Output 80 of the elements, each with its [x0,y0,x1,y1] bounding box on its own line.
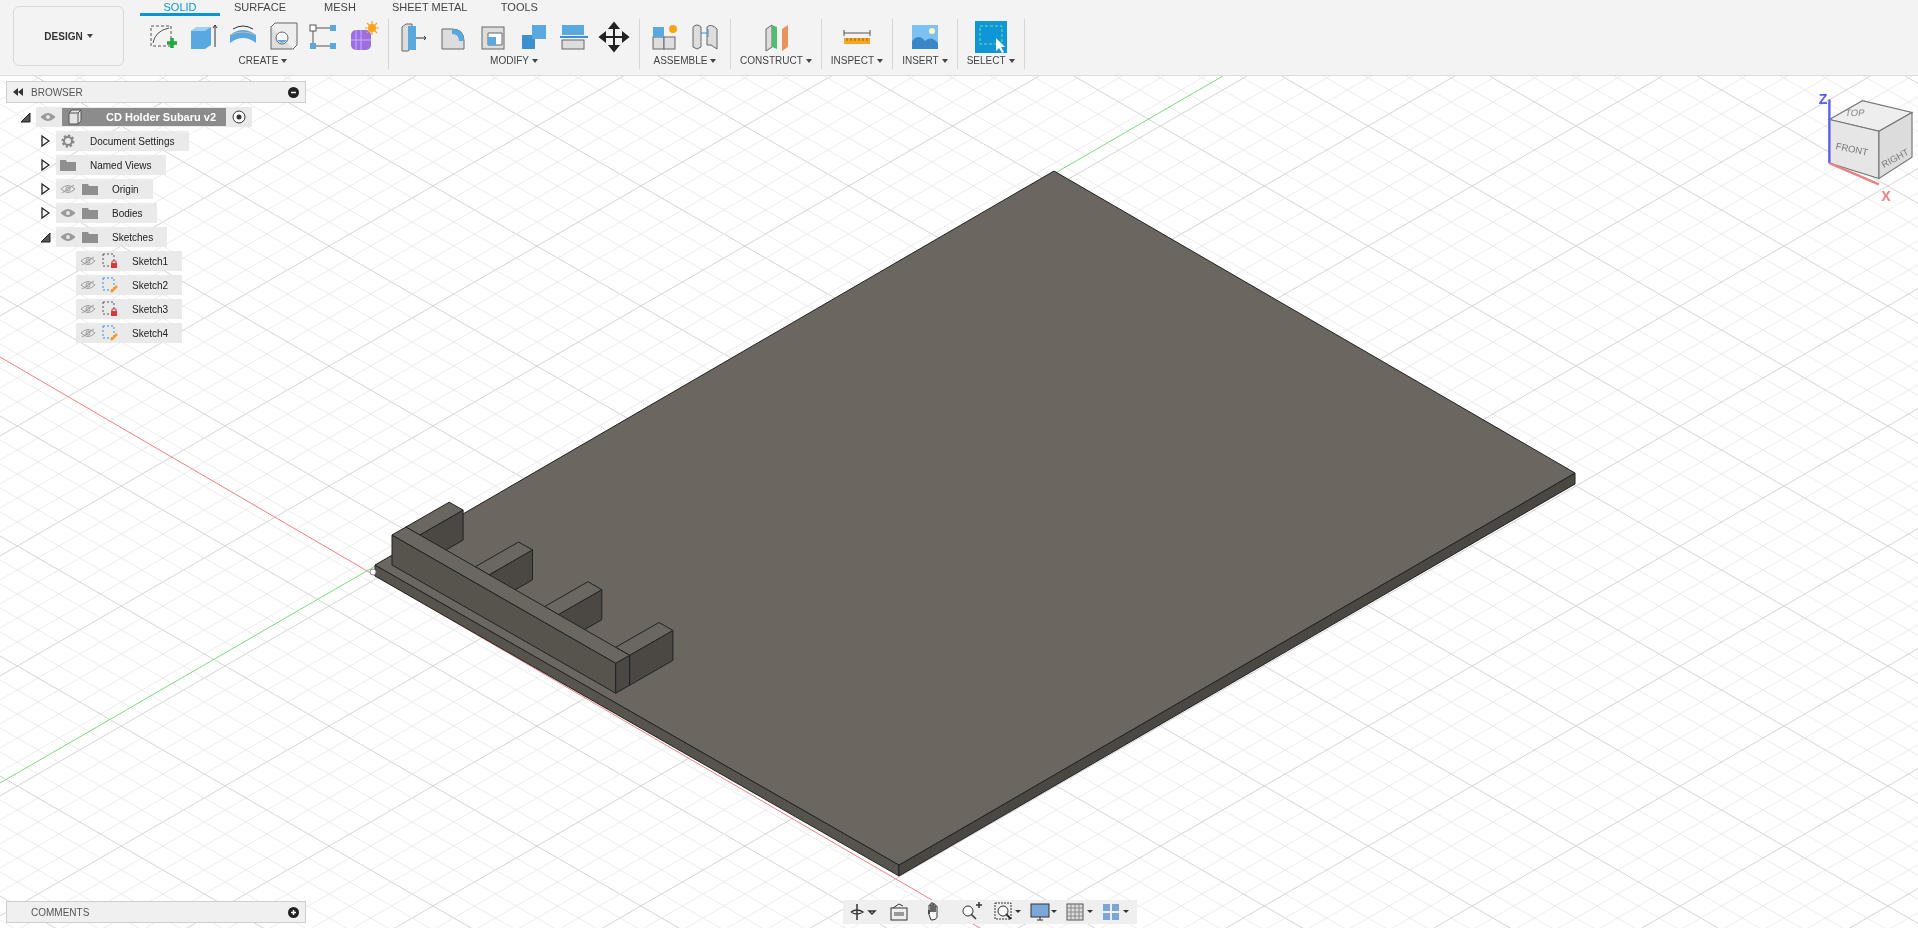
collapse-icon[interactable] [13,88,23,96]
panel-title: COMMENTS [31,906,91,918]
select-box-icon[interactable] [974,21,1007,53]
collapsed-triangle-icon[interactable] [40,159,50,171]
caret-icon [1008,58,1015,63]
caret-icon [710,58,717,63]
grid-icon[interactable] [1065,902,1095,922]
workspace-button[interactable]: DESIGN [13,6,124,66]
eye-slash-icon[interactable] [80,304,96,314]
tree-item[interactable]: Sketch4 [76,323,183,343]
view-cube-face-label: TOP [1844,107,1866,118]
tool-group-menu[interactable]: MODIFY [490,55,538,66]
axis-label: X [1881,187,1891,204]
fit-zoom-icon[interactable] [993,902,1023,922]
folder-icon [82,183,98,195]
tree-item[interactable]: Sketch1 [76,251,183,271]
z-axis-line [1828,99,1831,164]
tool-group-menu[interactable]: INSERT [902,55,948,66]
eye-slash-icon[interactable] [60,184,76,194]
collapsed-triangle-icon[interactable] [40,207,50,219]
toolbar-tab[interactable]: SHEET METAL [380,0,480,16]
expanded-triangle-icon[interactable] [19,111,31,123]
caret-icon [877,58,884,63]
item-label: Sketch2 [131,278,170,293]
folder-icon [82,231,98,243]
tool-group-menu[interactable]: CREATE [238,55,288,66]
tool-group-menu[interactable]: ASSEMBLE [653,55,717,66]
active-radio-icon[interactable] [232,110,247,124]
tree-item[interactable]: Sketch3 [76,299,183,319]
plus-circle-icon[interactable] [288,906,299,918]
display-icon[interactable] [1029,902,1059,922]
viewports-icon[interactable] [1101,902,1131,922]
item-label: Sketch3 [131,302,170,317]
view-cube-face-label: FRONT [1834,140,1869,158]
eye-icon[interactable] [60,232,76,242]
tree-item[interactable]: Named Views [56,155,166,175]
tree-item[interactable]: Origin [56,179,153,199]
minus-circle-icon[interactable] [288,86,299,98]
joint-icon[interactable] [689,21,721,53]
item-label: Origin [111,182,140,197]
tree-item[interactable]: Document Settings [56,131,189,151]
eye-slash-icon[interactable] [80,280,96,290]
caret-icon [805,58,812,63]
move-arrows-icon[interactable] [598,21,630,53]
tool-group-menu[interactable]: INSPECT [830,55,884,66]
toolbar-tab[interactable]: SURFACE [220,0,300,16]
caret-icon [281,58,288,63]
tree-item[interactable]: Bodies [56,203,157,223]
item-label: Named Views [89,158,153,173]
folder-icon [60,159,76,171]
orbit-icon[interactable] [849,902,879,922]
item-label: Document Settings [89,134,176,149]
item-label: Sketches [111,230,155,245]
caret-icon [941,58,948,63]
panel-title: BROWSER [31,86,84,98]
item-label: Sketch4 [131,326,170,341]
folder-icon [82,207,98,219]
box-hole-icon[interactable] [267,21,299,53]
item-label: Bodies [111,206,144,221]
axis-label: Z [1818,91,1828,108]
eye-icon[interactable] [40,112,56,122]
gear-icon [60,133,76,149]
cube-icon [68,109,82,125]
tree-item[interactable]: Sketches [56,227,168,247]
eye-icon[interactable] [60,208,76,218]
collapsed-triangle-icon[interactable] [40,183,50,195]
eye-slash-icon[interactable] [80,328,96,338]
tree-item[interactable]: Sketch2 [76,275,183,295]
toolbar-tab[interactable]: TOOLS [479,0,560,16]
caret-icon [531,58,538,63]
tool-group-menu[interactable]: SELECT [966,55,1015,66]
tool-group-menu[interactable]: CONSTRUCT [740,55,812,66]
x-axis-line [1828,162,1880,186]
expanded-triangle-icon[interactable] [39,231,51,243]
eye-slash-icon[interactable] [80,256,96,266]
collapsed-triangle-icon[interactable] [40,135,50,147]
caret-icon [86,34,93,38]
item-label: Sketch1 [131,254,170,269]
origin-point-icon [369,568,377,576]
toolbar-tab[interactable]: MESH [300,0,380,16]
